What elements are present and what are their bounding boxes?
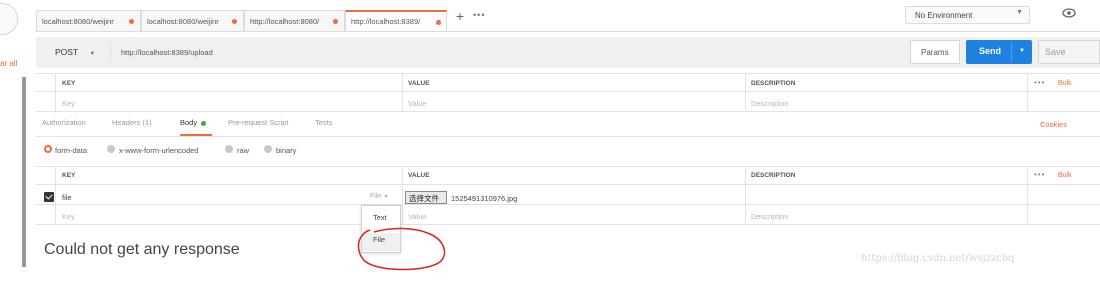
request-tab-2[interactable]: localhost:8080/weijinr [141,10,244,32]
subtab-divider [36,136,1100,137]
sidebar-scrollbar[interactable] [22,77,26,267]
tab-label: localhost:8080/weijinr [42,17,114,26]
params-value-input[interactable]: Value [408,99,427,108]
unsaved-dot-icon [129,19,134,24]
environment-select[interactable]: No Environment [905,6,1030,24]
method-label: POST [55,47,78,57]
url-input[interactable]: http://localhost:8389/upload [110,42,900,62]
body-header-row [36,166,1100,185]
body-active-dot-icon [201,121,206,126]
body-key-header: KEY [62,172,76,179]
tab-label: http://localhost:8389/ [351,17,421,26]
column-divider [745,166,746,225]
key-type-select[interactable]: File ▼ [370,193,389,200]
radio-raw-label[interactable]: raw [237,146,249,155]
body-more-button[interactable]: ••• [1034,170,1045,179]
params-button[interactable]: Params [910,40,960,64]
body-new-description-input[interactable]: Description [751,212,789,221]
chevron-down-icon: ▼ [383,194,389,200]
radio-form-data-label[interactable]: form-data [55,146,87,155]
clear-all-link[interactable]: ar all [0,59,17,68]
body-new-value-input[interactable]: Value [408,212,427,221]
save-button[interactable]: Save [1038,40,1100,64]
request-tab-4[interactable]: http://localhost:8389/ [345,10,447,32]
cookies-link[interactable]: Cookies [1040,120,1067,129]
method-select[interactable]: POST ▼ [44,42,110,62]
choose-file-button[interactable]: 选择文件 [405,191,447,204]
unsaved-dot-icon [232,19,237,24]
send-divider [1011,42,1012,62]
params-more-button[interactable]: ••• [1034,78,1045,87]
radio-urlencoded-label[interactable]: x-www-form-urlencoded [119,146,199,155]
tab-body[interactable]: Body [180,118,197,127]
tab-authorization[interactable]: Authorization [42,118,86,127]
annotation-circle [357,227,446,271]
new-tab-button[interactable]: + [456,8,464,24]
unsaved-dot-icon [333,19,338,24]
column-divider [55,166,56,225]
tab-label: localhost:8080/weijinr [147,17,219,26]
column-divider [402,166,403,225]
sidebar-edge [0,0,24,281]
request-tab-3[interactable]: http://localhost:8080/ [244,10,345,32]
tab-label: http://localhost:8080/ [250,17,320,26]
column-divider [1027,166,1028,225]
chevron-down-icon: ▼ [89,51,96,57]
radio-binary[interactable] [264,145,272,153]
radio-form-data[interactable] [44,145,52,153]
column-divider [745,73,746,112]
column-divider [55,73,56,112]
environment-label: No Environment [915,11,973,20]
table-row [36,186,1100,205]
params-key-header: KEY [62,80,76,87]
column-divider [1027,73,1028,112]
params-value-header: VALUE [408,80,430,87]
response-message: Could not get any response [44,241,240,258]
key-type-label: File [370,193,382,200]
body-key-input[interactable]: file [62,193,72,202]
unsaved-dot-icon [436,20,441,25]
watermark: https://blog.csdn.net/wsjzzcbq [861,253,1015,264]
row-enabled-checkbox[interactable] [44,192,54,202]
column-divider [402,73,403,112]
body-new-key-input[interactable]: Key [62,212,75,221]
request-tab-1[interactable]: localhost:8080/weijinr [36,10,141,32]
params-description-input[interactable]: Description [751,99,789,108]
headers-label: Headers (1) [112,118,152,127]
chosen-file-name: 1525491310976.jpg [451,194,518,203]
radio-urlencoded[interactable] [107,145,115,153]
tab-headers[interactable]: Headers (1) [112,118,152,127]
params-empty-row [36,93,1100,112]
body-bulk-edit-link[interactable]: Bulk [1058,172,1072,179]
params-description-header: DESCRIPTION [751,80,796,87]
chevron-down-icon: ▼ [1016,9,1023,16]
tab-bar-divider [36,31,1100,32]
params-header-row [36,73,1100,92]
params-bulk-edit-link[interactable]: Bulk [1058,80,1072,87]
radio-raw[interactable] [225,145,233,153]
body-description-header: DESCRIPTION [751,172,796,179]
send-options-icon[interactable]: ▼ [1019,48,1025,54]
body-value-header: VALUE [408,172,430,179]
radio-binary-label[interactable]: binary [276,146,296,155]
table-row [36,206,1100,225]
send-label: Send [979,46,1002,56]
tab-tests[interactable]: Tests [315,118,333,127]
eye-icon[interactable] [1062,7,1076,19]
params-key-input[interactable]: Key [62,99,75,108]
more-tabs-button[interactable]: ••• [473,10,485,20]
tab-pre-request-script[interactable]: Pre-request Script [228,118,288,127]
